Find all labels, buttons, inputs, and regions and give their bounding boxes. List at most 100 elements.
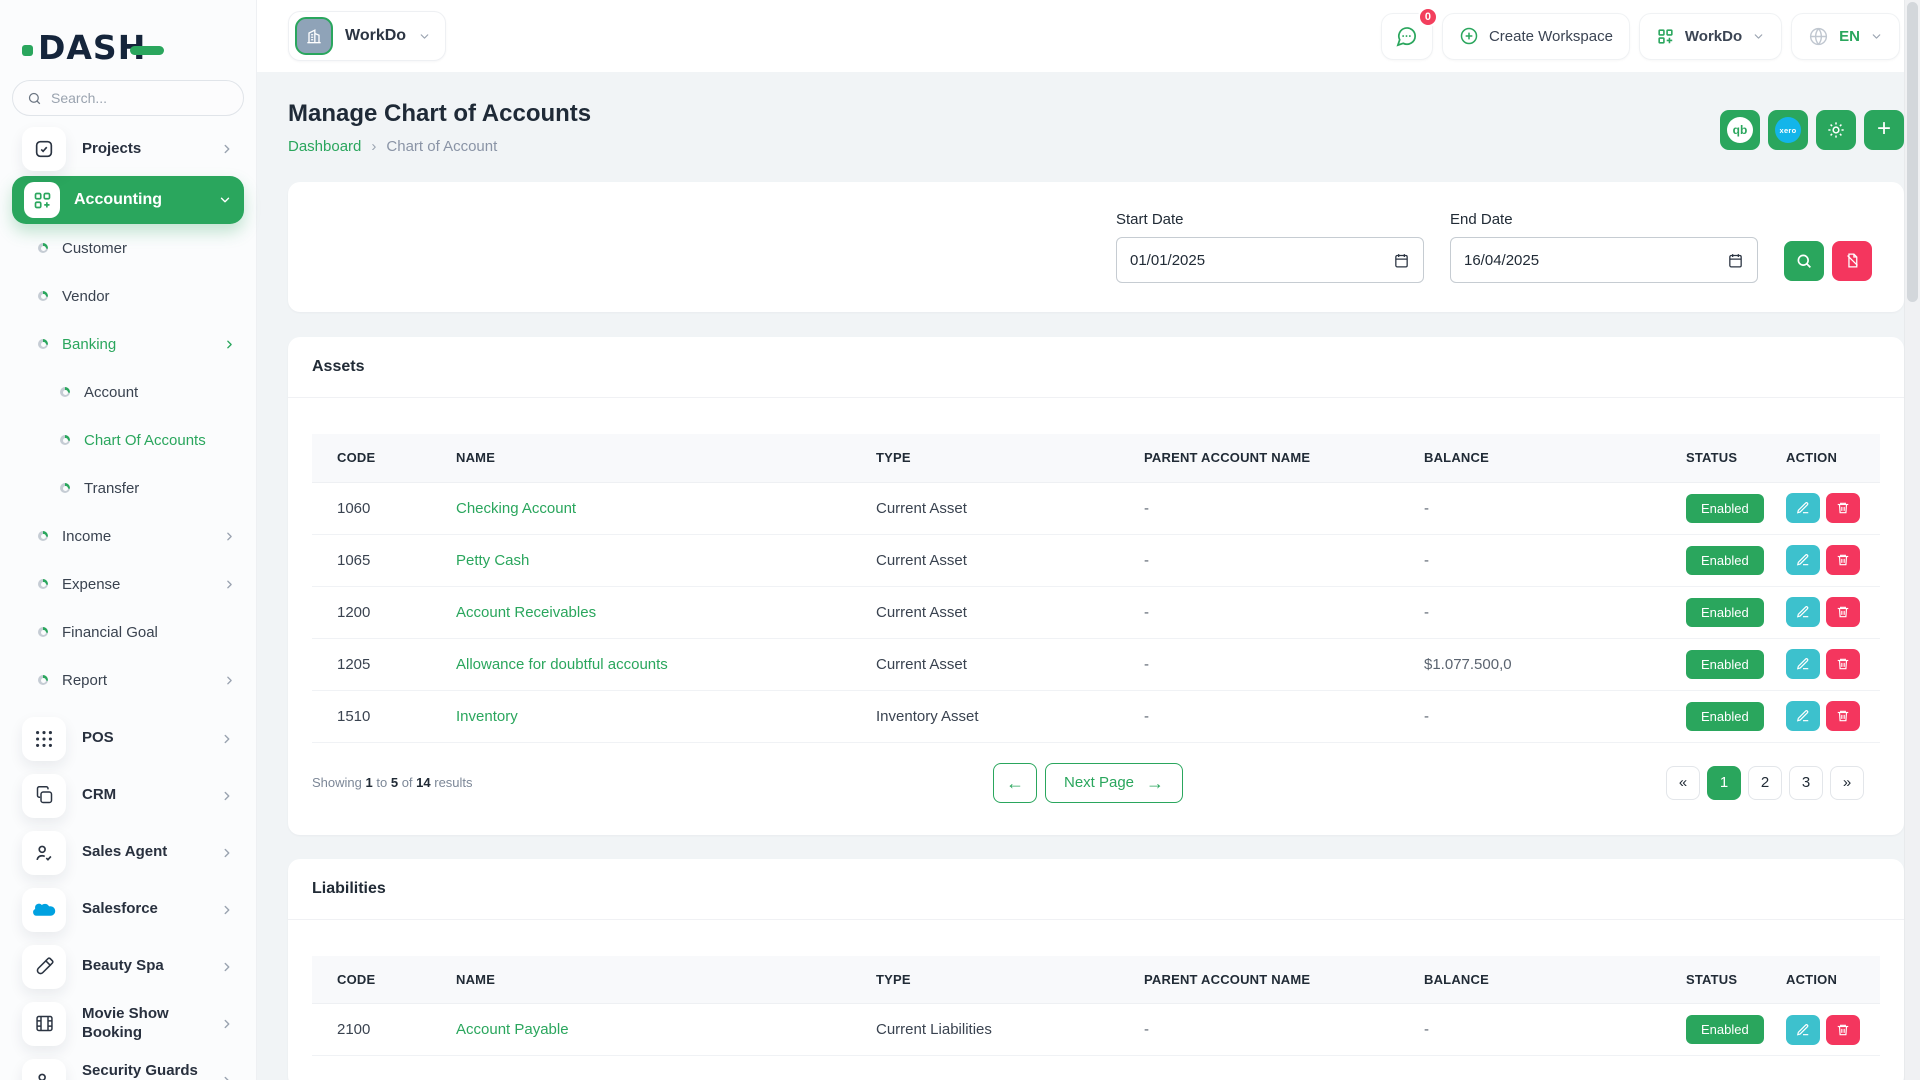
account-name-link[interactable]: Account Payable	[456, 1021, 569, 1038]
table-header-row: CODE NAME TYPE PARENT ACCOUNT NAME BALAN…	[312, 956, 1880, 1004]
delete-button[interactable]	[1826, 1015, 1860, 1045]
page-1-button[interactable]: 1	[1707, 766, 1741, 800]
app-menu-button[interactable]: WorkDo	[1639, 13, 1782, 60]
delete-button[interactable]	[1826, 493, 1860, 523]
chevron-right-icon	[220, 142, 234, 156]
chevron-right-icon	[220, 1017, 234, 1031]
projects-icon	[22, 127, 66, 171]
sidebar-item-crm[interactable]: CRM	[12, 767, 244, 824]
sidebar-item-banking[interactable]: Banking	[12, 320, 244, 368]
delete-button[interactable]	[1826, 701, 1860, 731]
account-name-link[interactable]: Checking Account	[456, 500, 576, 517]
edit-button[interactable]	[1786, 649, 1820, 679]
last-page-button[interactable]: »	[1830, 766, 1864, 800]
liabilities-card-header: Liabilities	[288, 859, 1904, 920]
page-3-button[interactable]: 3	[1789, 766, 1823, 800]
cell-balance: -	[1412, 534, 1674, 586]
quickbooks-button[interactable]: qb	[1720, 110, 1760, 150]
create-workspace-button[interactable]: Create Workspace	[1442, 13, 1630, 60]
edit-button[interactable]	[1786, 493, 1820, 523]
cell-status: Enabled	[1674, 534, 1774, 586]
column-type: TYPE	[864, 434, 1132, 482]
table-row: 1060Checking AccountCurrent Asset--Enabl…	[312, 482, 1880, 534]
end-date-input[interactable]: 16/04/2025	[1450, 237, 1758, 283]
sidebar-search[interactable]	[12, 80, 244, 116]
bullet-icon	[60, 435, 70, 445]
column-parent-account-name: PARENT ACCOUNT NAME	[1132, 956, 1412, 1004]
edit-button[interactable]	[1786, 701, 1820, 731]
guard-icon	[22, 1059, 66, 1080]
delete-button[interactable]	[1826, 649, 1860, 679]
search-input[interactable]	[51, 90, 201, 106]
workspace-name: WorkDo	[345, 27, 406, 45]
sidebar-item-sales-agent[interactable]: Sales Agent	[12, 824, 244, 881]
edit-button[interactable]	[1786, 597, 1820, 627]
add-button[interactable]: +	[1864, 110, 1904, 150]
sidebar-item-customer[interactable]: Customer	[12, 224, 244, 272]
scrollbar-thumb[interactable]	[1907, 2, 1918, 302]
chevron-down-icon	[1870, 30, 1883, 43]
status-badge: Enabled	[1686, 546, 1764, 575]
calendar-icon[interactable]	[1727, 252, 1744, 269]
filter-reset-button[interactable]	[1832, 241, 1872, 281]
page-2-button[interactable]: 2	[1748, 766, 1782, 800]
sidebar-item-transfer[interactable]: Transfer	[12, 464, 244, 512]
edit-button[interactable]	[1786, 1015, 1820, 1045]
account-name-link[interactable]: Petty Cash	[456, 552, 529, 569]
sidebar-item-accounting[interactable]: Accounting	[12, 176, 244, 224]
sidebar-item-vendor[interactable]: Vendor	[12, 272, 244, 320]
first-page-button[interactable]: «	[1666, 766, 1700, 800]
messages-button[interactable]: 0	[1381, 13, 1433, 60]
assets-card-header: Assets	[288, 337, 1904, 398]
sidebar-item-label: Accounting	[74, 191, 204, 209]
account-name-link[interactable]: Allowance for doubtful accounts	[456, 656, 668, 673]
table-header-row: CODE NAME TYPE PARENT ACCOUNT NAME BALAN…	[312, 434, 1880, 482]
sidebar-item-financial-goal[interactable]: Financial Goal	[12, 608, 244, 656]
account-name-link[interactable]: Inventory	[456, 708, 518, 725]
chevron-right-icon	[223, 578, 236, 591]
sidebar-item-account[interactable]: Account	[12, 368, 244, 416]
sidebar-item-label: Security Guards Management	[82, 1062, 204, 1080]
quickbooks-icon: qb	[1727, 117, 1753, 143]
sidebar-item-pos[interactable]: POS	[12, 710, 244, 767]
arrow-right-icon: →	[1146, 774, 1164, 792]
sidebar-item-beauty-spa[interactable]: Beauty Spa	[12, 938, 244, 995]
settings-button[interactable]	[1816, 110, 1856, 150]
language-selector[interactable]: EN	[1791, 13, 1900, 60]
cell-code: 1060	[312, 482, 444, 534]
filter-search-button[interactable]	[1784, 241, 1824, 281]
sidebar-item-salesforce[interactable]: Salesforce	[12, 881, 244, 938]
sidebar-item-label: Banking	[62, 336, 209, 353]
sidebar-item-label: Projects	[82, 140, 204, 159]
xero-button[interactable]: xero	[1768, 110, 1808, 150]
calendar-icon[interactable]	[1393, 252, 1410, 269]
chevron-down-icon	[418, 30, 431, 43]
workspace-switcher[interactable]: WorkDo	[288, 11, 446, 61]
account-name-link[interactable]: Account Receivables	[456, 604, 596, 621]
delete-button[interactable]	[1826, 545, 1860, 575]
liabilities-table: CODE NAME TYPE PARENT ACCOUNT NAME BALAN…	[312, 956, 1880, 1057]
cell-code: 2100	[312, 1004, 444, 1056]
page-scrollbar[interactable]	[1904, 0, 1920, 1080]
bullet-icon	[38, 291, 48, 301]
cell-parent-account: -	[1132, 586, 1412, 638]
sidebar-item-expense[interactable]: Expense	[12, 560, 244, 608]
start-date-input[interactable]: 01/01/2025	[1116, 237, 1424, 283]
sidebar-item-projects[interactable]: Projects	[12, 124, 244, 174]
delete-button[interactable]	[1826, 597, 1860, 627]
xero-icon: xero	[1775, 117, 1801, 143]
sidebar-item-chart-of-accounts[interactable]: Chart Of Accounts	[12, 416, 244, 464]
sidebar-item-income[interactable]: Income	[12, 512, 244, 560]
previous-page-button[interactable]: ←	[993, 763, 1037, 803]
sidebar-item-report[interactable]: Report	[12, 656, 244, 704]
breadcrumb-dashboard-link[interactable]: Dashboard	[288, 138, 361, 155]
next-page-button[interactable]: Next Page →	[1045, 763, 1183, 803]
cell-code: 1205	[312, 638, 444, 690]
app-logo: DASH	[12, 0, 244, 64]
sidebar-item-label: Vendor	[62, 288, 236, 305]
cell-code: 1065	[312, 534, 444, 586]
cell-name: Checking Account	[444, 482, 864, 534]
sidebar-item-security-guards-management[interactable]: Security Guards Management	[12, 1052, 244, 1080]
sidebar-item-movie-show-booking[interactable]: Movie Show Booking	[12, 995, 244, 1052]
edit-button[interactable]	[1786, 545, 1820, 575]
